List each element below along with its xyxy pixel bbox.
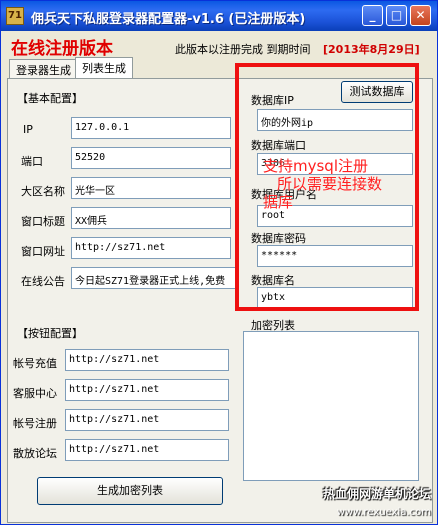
- support-url-field[interactable]: http://sz71.net: [65, 379, 229, 401]
- forum-url-field[interactable]: http://sz71.net: [65, 439, 229, 461]
- button-config-heading: 【按钮配置】: [17, 327, 83, 340]
- zone-name-field[interactable]: 光华一区: [71, 177, 231, 199]
- title-bar[interactable]: 71 佣兵天下私服登录器配置器-v1.6 (已注册版本) _ □ ✕: [1, 1, 437, 31]
- register-label: 帐号注册: [13, 417, 57, 430]
- app-icon: 71: [6, 7, 24, 25]
- support-label: 客服中心: [13, 387, 57, 400]
- online-version-title: 在线注册版本: [11, 39, 113, 59]
- window-title-field[interactable]: XX佣兵: [71, 207, 231, 229]
- register-url-field[interactable]: http://sz71.net: [65, 409, 229, 431]
- forum-label: 散放论坛: [13, 447, 57, 460]
- window-title: 佣兵天下私服登录器配置器-v1.6 (已注册版本): [31, 12, 306, 27]
- annotation-line-3: 据库: [263, 193, 294, 211]
- watermark-text: 热血佣网游单机论坛: [322, 487, 431, 501]
- recharge-label: 帐号充值: [13, 357, 57, 370]
- app-window: 71 佣兵天下私服登录器配置器-v1.6 (已注册版本) _ □ ✕ 在线注册版…: [0, 0, 438, 525]
- minimize-button[interactable]: _: [362, 5, 383, 26]
- encrypt-list-textarea[interactable]: [243, 331, 419, 481]
- tab-list-generator[interactable]: 列表生成: [75, 57, 133, 79]
- close-button[interactable]: ✕: [410, 5, 431, 26]
- ip-label: IP: [23, 123, 33, 136]
- announcement-field[interactable]: 今日起SZ71登录器正式上线,免费: [71, 267, 237, 289]
- window-title-label: 窗口标题: [21, 215, 65, 228]
- maximize-button[interactable]: □: [386, 5, 407, 26]
- announcement-label: 在线公告: [21, 275, 65, 288]
- registration-notice: 此版本以注册完成 到期时间: [175, 43, 311, 56]
- window-url-field[interactable]: http://sz71.net: [71, 237, 231, 259]
- basic-config-heading: 【基本配置】: [17, 92, 83, 105]
- watermark-url: www.rexuexia.com: [336, 507, 431, 518]
- ip-field[interactable]: 127.0.0.1: [71, 117, 231, 139]
- port-label: 端口: [21, 155, 43, 168]
- expire-date: [2013年8月29日]: [323, 43, 420, 56]
- tab-login-generator[interactable]: 登录器生成: [9, 59, 78, 78]
- port-field[interactable]: 52520: [71, 147, 231, 169]
- zone-name-label: 大区名称: [21, 185, 65, 198]
- window-url-label: 窗口网址: [21, 245, 65, 258]
- generate-encrypted-list-button[interactable]: 生成加密列表: [37, 477, 223, 505]
- recharge-url-field[interactable]: http://sz71.net: [65, 349, 229, 371]
